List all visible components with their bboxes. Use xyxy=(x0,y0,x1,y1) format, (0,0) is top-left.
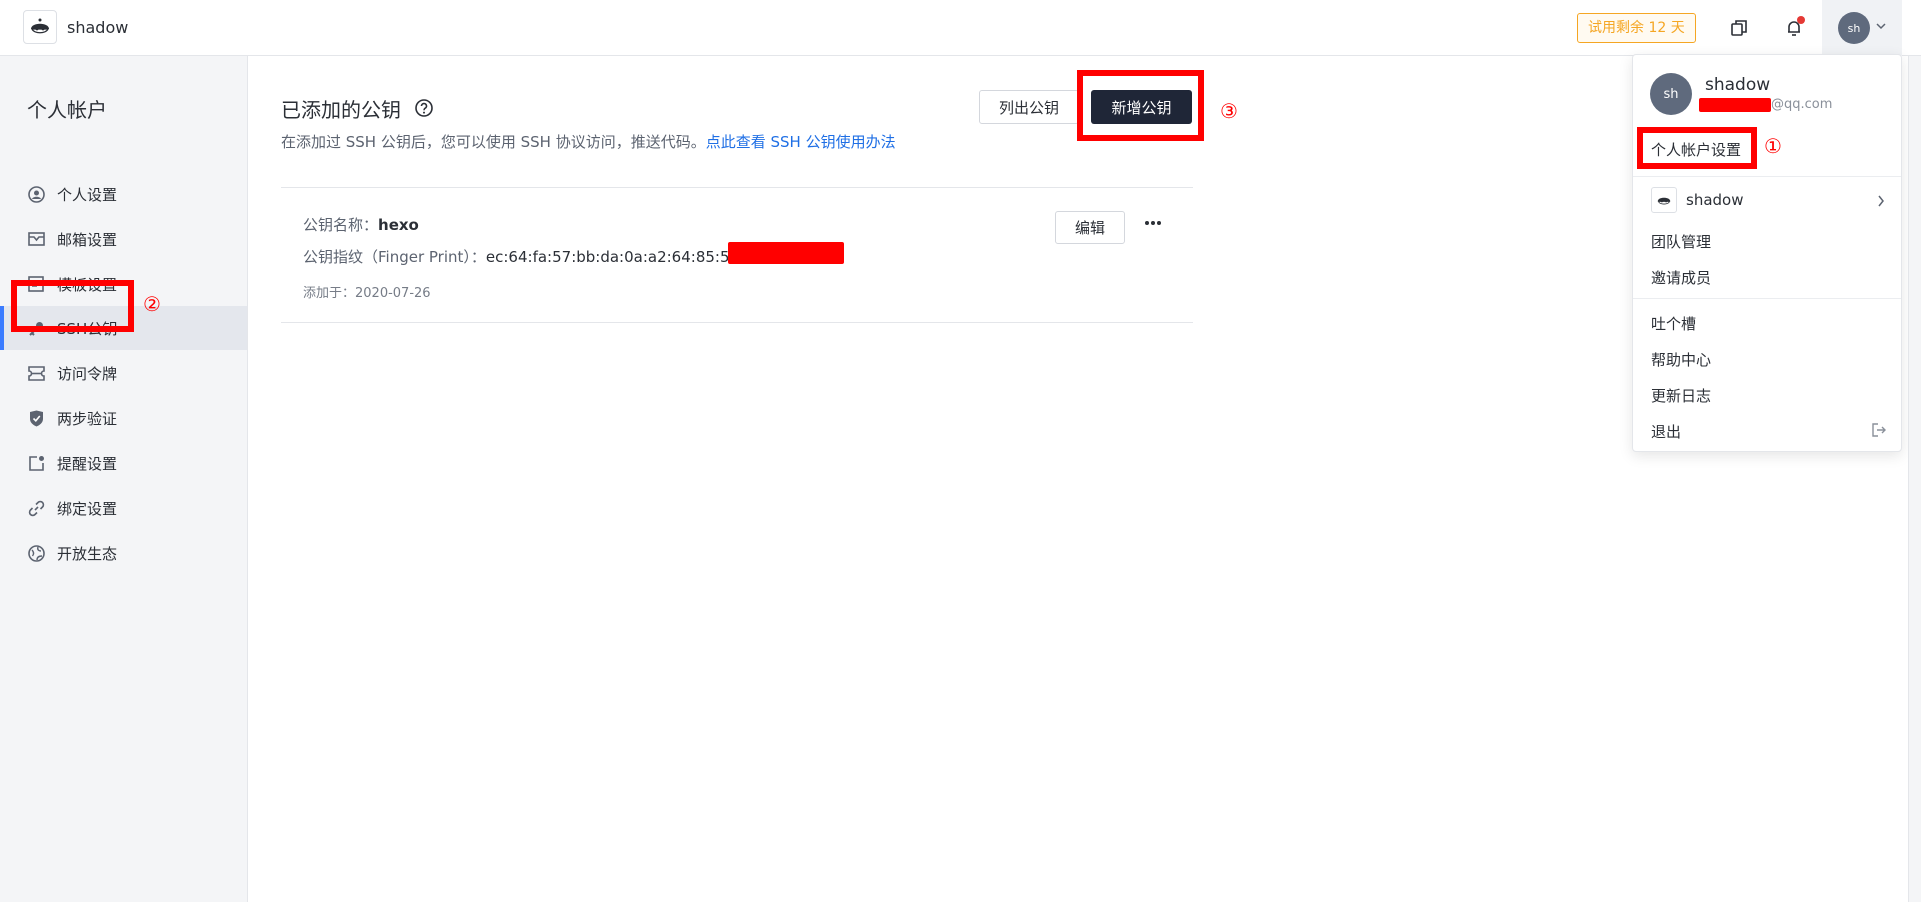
sidebar-item-reminder-settings[interactable]: 提醒设置 xyxy=(0,441,247,485)
chevron-down-icon[interactable] xyxy=(1876,22,1886,30)
sidebar-item-label: 邮箱设置 xyxy=(57,230,118,249)
redacted-fingerprint xyxy=(728,242,844,264)
sidebar-item-binding-settings[interactable]: 绑定设置 xyxy=(0,486,247,530)
sidebar-item-email-settings[interactable]: 邮箱设置 xyxy=(0,217,247,261)
sidebar-title: 个人帐户 xyxy=(27,98,107,122)
annotation-box-1 xyxy=(1637,127,1757,169)
shield-check-icon xyxy=(27,409,45,427)
reminder-icon xyxy=(27,454,45,472)
divider xyxy=(281,187,1193,188)
menu-item-changelog[interactable]: 更新日志 xyxy=(1651,385,1711,406)
key-fingerprint-label: 公钥指纹（Finger Print）： xyxy=(303,248,486,266)
sidebar: 个人帐户 个人设置 邮箱设置 模板设置 SSH公钥 访问令牌 两步验证 提醒设置… xyxy=(0,56,248,902)
list-keys-button[interactable]: 列出公钥 xyxy=(979,90,1079,124)
chevron-right-icon[interactable] xyxy=(1877,195,1885,207)
top-header: shadow 试用剩余 12 天 sh xyxy=(0,0,1921,56)
dropdown-email: @qq.com xyxy=(1771,97,1833,112)
sidebar-item-label: 提醒设置 xyxy=(57,454,118,473)
trial-badge[interactable]: 试用剩余 12 天 xyxy=(1577,13,1696,43)
menu-separator xyxy=(1633,176,1901,177)
menu-item-feedback[interactable]: 吐个槽 xyxy=(1651,313,1696,334)
redacted-email xyxy=(1699,98,1771,112)
ssh-help-link[interactable]: 点此查看 SSH 公钥使用办法 xyxy=(706,133,896,151)
annotation-box-2 xyxy=(11,280,134,332)
brand-name[interactable]: shadow xyxy=(67,18,128,37)
avatar: sh xyxy=(1650,73,1692,115)
globe-icon xyxy=(27,544,45,562)
sidebar-item-open-ecosystem[interactable]: 开放生态 xyxy=(0,531,247,575)
ticket-icon xyxy=(27,364,45,382)
annotation-number-1: ① xyxy=(1764,134,1782,158)
divider xyxy=(281,322,1193,323)
dropdown-username: shadow xyxy=(1705,75,1771,95)
page-description: 在添加过 SSH 公钥后，您可以使用 SSH 协议访问，推送代码。点此查看 SS… xyxy=(281,131,896,152)
copy-icon[interactable] xyxy=(1727,16,1751,40)
menu-item-team-switch[interactable]: shadow xyxy=(1686,191,1743,209)
help-icon[interactable] xyxy=(414,98,434,118)
key-name: hexo xyxy=(378,216,419,234)
sidebar-item-two-factor[interactable]: 两步验证 xyxy=(0,396,247,440)
description-text: 在添加过 SSH 公钥后，您可以使用 SSH 协议访问，推送代码。 xyxy=(281,133,706,151)
key-fingerprint-row: 公钥指纹（Finger Print）：ec:64:fa:57:bb:da:0a:… xyxy=(303,246,739,267)
key-name-row: 公钥名称：hexo xyxy=(303,214,419,235)
logout-icon[interactable] xyxy=(1871,422,1887,438)
menu-item-help-center[interactable]: 帮助中心 xyxy=(1651,349,1711,370)
sidebar-item-label: 绑定设置 xyxy=(57,499,118,518)
user-circle-icon xyxy=(27,185,45,203)
menu-item-logout[interactable]: 退出 xyxy=(1651,421,1681,442)
sidebar-item-label: 个人设置 xyxy=(57,185,118,204)
mascot-logo-icon xyxy=(31,18,49,34)
annotation-number-3: ③ xyxy=(1220,99,1238,123)
notification-dot xyxy=(1797,16,1805,24)
edit-key-button[interactable]: 编辑 xyxy=(1055,211,1125,244)
menu-item-team-management[interactable]: 团队管理 xyxy=(1651,231,1711,252)
menu-item-invite-members[interactable]: 邀请成员 xyxy=(1651,267,1711,288)
sidebar-item-label: 两步验证 xyxy=(57,409,118,428)
sidebar-item-access-tokens[interactable]: 访问令牌 xyxy=(0,351,247,395)
key-name-label: 公钥名称： xyxy=(303,216,379,234)
menu-separator xyxy=(1633,298,1901,299)
link-icon xyxy=(27,499,45,517)
annotation-box-3 xyxy=(1077,70,1204,141)
sidebar-item-personal-settings[interactable]: 个人设置 xyxy=(0,172,247,216)
team-logo xyxy=(1651,187,1677,213)
more-options-icon[interactable] xyxy=(1144,220,1162,226)
annotation-number-2: ② xyxy=(143,292,161,316)
key-added-date: 添加于：2020-07-26 xyxy=(303,286,431,301)
mascot-logo-icon xyxy=(1657,197,1671,205)
mail-icon xyxy=(27,230,45,248)
page-scrollbar[interactable] xyxy=(1908,56,1921,902)
account-dropdown-menu: sh shadow @qq.com 个人帐户设置 shadow 团队管理 邀请成… xyxy=(1632,54,1902,452)
page-title: 已添加的公钥 xyxy=(281,98,401,122)
sidebar-item-label: 访问令牌 xyxy=(57,364,118,383)
logo[interactable] xyxy=(23,10,57,44)
key-fingerprint: ec:64:fa:57:bb:da:0a:a2:64:85:52 xyxy=(485,248,740,266)
avatar[interactable]: sh xyxy=(1838,12,1870,44)
sidebar-item-label: 开放生态 xyxy=(57,544,118,563)
bell-icon[interactable] xyxy=(1782,16,1806,40)
